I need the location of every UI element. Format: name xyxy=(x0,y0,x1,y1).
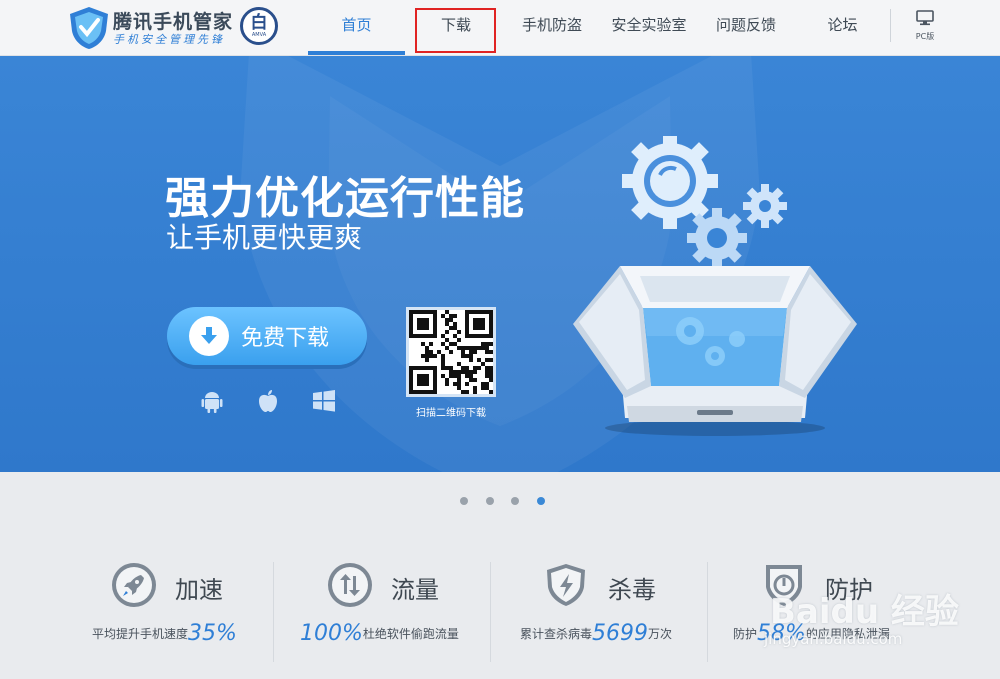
nav-active-indicator xyxy=(308,51,405,55)
feature-desc-antivirus-pre: 累计查杀病毒 xyxy=(520,627,593,641)
badge-sub: AMVA xyxy=(251,32,267,38)
android-icon[interactable] xyxy=(199,388,225,414)
feature-desc-protection-pre: 防护 xyxy=(733,627,758,641)
slider-dot[interactable] xyxy=(511,497,519,505)
feature-divider xyxy=(707,562,708,662)
gear-icon xyxy=(622,136,718,229)
feature-divider xyxy=(273,562,274,662)
feature-desc-protection: 防护58%的应用隐私泄漏 xyxy=(733,621,890,646)
nav-home[interactable]: 首页 xyxy=(308,0,405,56)
feature-desc-traffic-post: 杜绝软件偷跑流量 xyxy=(362,627,459,641)
pc-version-label: PC版 xyxy=(915,32,935,41)
feature-desc-antivirus-post: 万次 xyxy=(648,627,673,641)
feature-desc-speed-pre: 平均提升手机速度 xyxy=(92,627,189,641)
gear-icon xyxy=(743,184,787,228)
hero-banner: 强力优化运行性能 让手机更快更爽 免费下载 扫描二维码下载 xyxy=(0,56,1000,472)
monitor-icon xyxy=(916,10,934,26)
feature-title-antivirus: 杀毒 xyxy=(608,576,656,604)
gear-icon xyxy=(687,208,747,268)
windows-icon[interactable] xyxy=(311,388,337,414)
nav-antitheft[interactable]: 手机防盗 xyxy=(512,0,592,56)
feature-num-speed: 35% xyxy=(188,621,237,646)
qr-code xyxy=(406,307,496,397)
feature-desc-speed: 平均提升手机速度35% xyxy=(92,621,237,646)
nav-feedback[interactable]: 问题反馈 xyxy=(706,0,786,56)
banner-subtitle: 让手机更快更爽 xyxy=(166,221,363,254)
pc-version-link[interactable]: PC版 xyxy=(906,10,944,44)
slider-dot[interactable] xyxy=(486,497,494,505)
phone-gears-illustration xyxy=(573,136,857,436)
slider-dot-active[interactable] xyxy=(537,497,545,505)
traffic-arrows-icon xyxy=(328,563,372,607)
nav-forum[interactable]: 论坛 xyxy=(815,0,870,56)
top-header: 腾讯手机管家 手机安全管理先锋 白 AMVA 首页 下载 手机防盗 安全实验室 … xyxy=(0,0,1000,56)
badge-char: 白 xyxy=(250,13,268,33)
free-download-label: 免费下载 xyxy=(241,326,330,351)
feature-num-antivirus: 5699 xyxy=(592,621,649,646)
feature-divider xyxy=(490,562,491,662)
rocket-icon xyxy=(112,563,156,607)
qr-caption: 扫描二维码下载 xyxy=(416,408,486,419)
feature-num-protection: 58% xyxy=(757,621,806,646)
privacy-icon xyxy=(766,565,802,606)
nav-security-lab[interactable]: 安全实验室 xyxy=(604,0,694,56)
feature-title-speed: 加速 xyxy=(175,576,223,604)
download-arrow-icon xyxy=(189,316,229,356)
feature-desc-traffic: 100%杜绝软件偷跑流量 xyxy=(300,621,459,646)
brand-slogan: 手机安全管理先锋 xyxy=(113,33,225,46)
slider-dot[interactable] xyxy=(460,497,468,505)
certification-badge: 白 AMVA xyxy=(240,7,278,45)
feature-desc-protection-post: 的应用隐私泄漏 xyxy=(805,627,890,641)
nav-divider xyxy=(890,9,891,42)
feature-num-traffic: 100% xyxy=(300,621,363,646)
free-download-button[interactable]: 免费下载 xyxy=(167,307,367,365)
apple-icon[interactable] xyxy=(255,388,281,414)
shield-bolt-icon xyxy=(547,564,585,606)
tencent-shield-logo-icon[interactable] xyxy=(66,5,112,51)
feature-title-protection: 防护 xyxy=(825,576,873,604)
nav-download[interactable]: 下载 xyxy=(417,0,495,56)
feature-title-traffic: 流量 xyxy=(391,576,439,604)
qr-code-graphic xyxy=(409,310,493,394)
feature-desc-antivirus: 累计查杀病毒5699万次 xyxy=(520,621,672,646)
brand-name[interactable]: 腾讯手机管家 xyxy=(113,7,233,34)
